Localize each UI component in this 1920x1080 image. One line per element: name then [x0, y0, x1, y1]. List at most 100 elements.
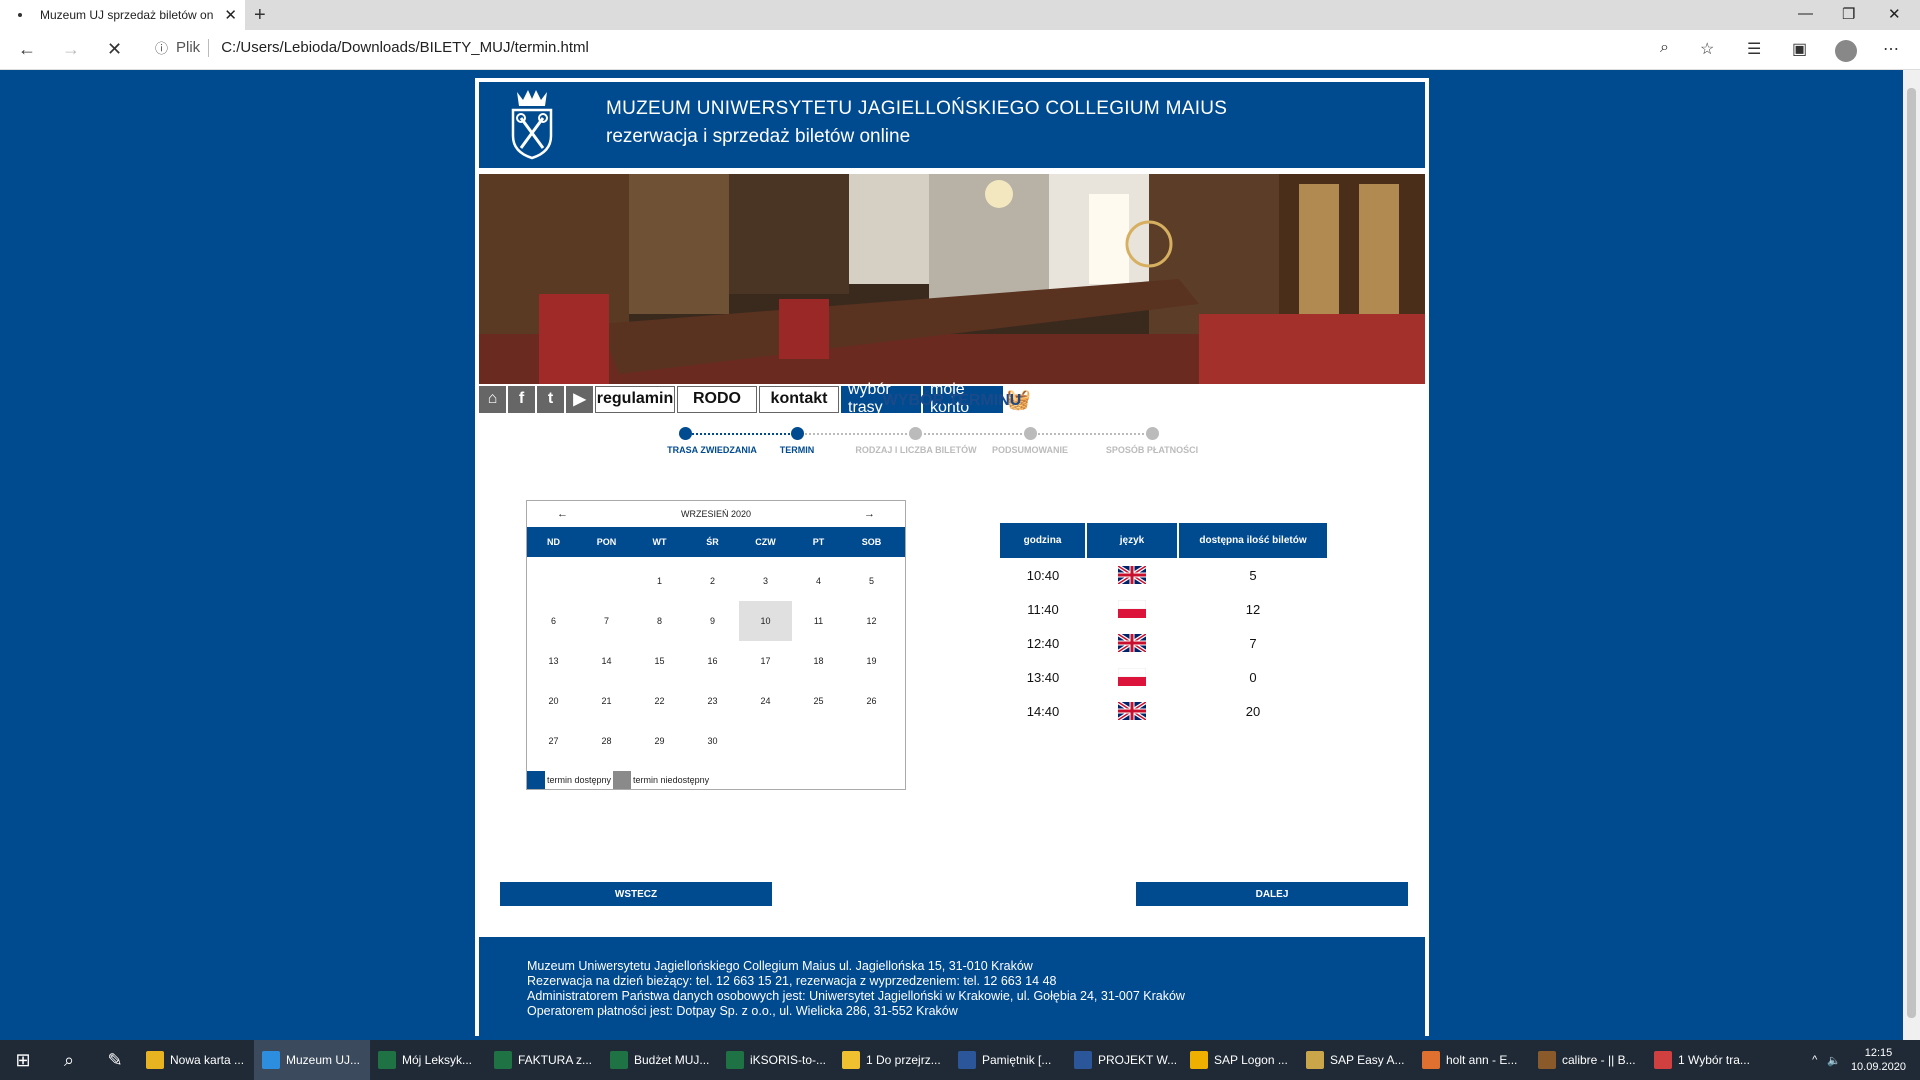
calendar-day[interactable]: 3: [739, 561, 792, 601]
taskbar-app[interactable]: calibre - || B...: [1530, 1040, 1646, 1080]
section-title: WYBÓR TERMINU: [882, 392, 1022, 409]
taskbar-app[interactable]: Mój Leksyk...: [370, 1040, 486, 1080]
calendar-day[interactable]: 24: [739, 681, 792, 721]
calendar-day[interactable]: 2: [686, 561, 739, 601]
calendar-day[interactable]: 17: [739, 641, 792, 681]
taskbar-app[interactable]: PROJEKT W...: [1066, 1040, 1182, 1080]
restore-icon[interactable]: ❐: [1842, 5, 1855, 23]
calendar-day[interactable]: 7: [580, 601, 633, 641]
calendar-day[interactable]: 11: [792, 601, 845, 641]
calendar-day[interactable]: 28: [580, 721, 633, 761]
info-icon[interactable]: ⓘ: [155, 38, 168, 57]
footer-line: Rezerwacja na dzień bieżący: tel. 12 663…: [527, 974, 1057, 988]
app-icon: [726, 1051, 744, 1069]
calendar-day[interactable]: 19: [845, 641, 898, 681]
calendar-day[interactable]: 13: [527, 641, 580, 681]
table-row[interactable]: 13:40 0: [1000, 660, 1328, 694]
taskbar-app[interactable]: Pamiętnik [...: [950, 1040, 1066, 1080]
back-icon[interactable]: ←: [18, 39, 36, 60]
taskbar-app[interactable]: holt ann - E...: [1414, 1040, 1530, 1080]
calendar-day[interactable]: 1: [633, 561, 686, 601]
taskbar-app[interactable]: Nowa karta ...: [138, 1040, 254, 1080]
windows-start-icon[interactable]: ⊞: [0, 1040, 46, 1080]
new-tab-icon[interactable]: +: [254, 4, 266, 27]
scrollbar-thumb[interactable]: [1907, 88, 1916, 1018]
profile-avatar[interactable]: [1835, 40, 1857, 62]
calendar-day[interactable]: 8: [633, 601, 686, 641]
calendar-day[interactable]: 15: [633, 641, 686, 681]
clock[interactable]: 12:15 10.09.2020: [1851, 1046, 1906, 1074]
calendar-day[interactable]: 18: [792, 641, 845, 681]
table-row[interactable]: 14:40 20: [1000, 694, 1328, 728]
calendar-day[interactable]: 29: [633, 721, 686, 761]
app-label: FAKTURA z...: [518, 1053, 593, 1067]
browser-tab[interactable]: Muzeum UJ sprzedaż biletów on ✕: [0, 0, 245, 30]
more-icon[interactable]: ⋯: [1883, 39, 1899, 59]
calendar-day[interactable]: 6: [527, 601, 580, 641]
taskbar-app[interactable]: iKSORIS-to-...: [718, 1040, 834, 1080]
calendar-day[interactable]: 30: [686, 721, 739, 761]
table-header-row: godzina język dostępna ilość biletów: [1000, 523, 1329, 558]
favorites-icon[interactable]: ☰: [1747, 39, 1761, 59]
app-label: holt ann - E...: [1446, 1053, 1518, 1067]
calendar-day[interactable]: 5: [845, 561, 898, 601]
collections-icon[interactable]: ▣: [1792, 39, 1807, 59]
calendar-day[interactable]: 22: [633, 681, 686, 721]
back-button[interactable]: WSTECZ: [500, 882, 772, 906]
calendar-day[interactable]: 27: [527, 721, 580, 761]
site-title: MUZEUM UNIWERSYTETU JAGIELLOŃSKIEGO COLL…: [606, 98, 1228, 119]
calendar-day[interactable]: 16: [686, 641, 739, 681]
calendar-day[interactable]: 4: [792, 561, 845, 601]
app-label: Pamiętnik [...: [982, 1053, 1052, 1067]
calendar-empty-cell: [739, 721, 792, 761]
address-bar[interactable]: ⓘ Plik C:/Users/Lebioda/Downloads/BILETY…: [155, 38, 589, 57]
time-slots-table: godzina język dostępna ilość biletów 10:…: [1000, 523, 1329, 728]
taskbar-app[interactable]: Muzeum UJ...: [254, 1040, 370, 1080]
volume-icon[interactable]: 🔈: [1827, 1054, 1841, 1067]
app-icon: [1422, 1051, 1440, 1069]
language-cell: [1086, 592, 1178, 626]
taskbar-app[interactable]: Budżet MUJ...: [602, 1040, 718, 1080]
table-row[interactable]: 10:40 5: [1000, 558, 1328, 592]
calendar-day[interactable]: 26: [845, 681, 898, 721]
zoom-icon[interactable]: ⌕: [1660, 39, 1669, 57]
page-scrollbar[interactable]: [1903, 70, 1920, 1040]
count-cell: 5: [1249, 567, 1257, 583]
close-tab-icon[interactable]: ✕: [224, 6, 237, 24]
forward-icon[interactable]: →: [62, 39, 80, 60]
app-icon: [262, 1051, 280, 1069]
calendar-empty-cell: [580, 561, 633, 601]
step-dot[interactable]: [791, 427, 804, 440]
step-dot[interactable]: [679, 427, 692, 440]
calendar-day[interactable]: 21: [580, 681, 633, 721]
calendar-day[interactable]: 20: [527, 681, 580, 721]
table-row[interactable]: 11:40 12: [1000, 592, 1328, 626]
taskbar-app[interactable]: SAP Logon ...: [1182, 1040, 1298, 1080]
close-window-icon[interactable]: ✕: [1888, 5, 1901, 23]
taskbar-app[interactable]: SAP Easy A...: [1298, 1040, 1414, 1080]
calendar-day[interactable]: 25: [792, 681, 845, 721]
next-button[interactable]: DALEJ: [1136, 882, 1408, 906]
next-month-icon[interactable]: →: [864, 508, 875, 520]
calendar-day[interactable]: 23: [686, 681, 739, 721]
app-icon: [610, 1051, 628, 1069]
site-header: MUZEUM UNIWERSYTETU JAGIELLOŃSKIEGO COLL…: [479, 82, 1425, 168]
calendar-day[interactable]: 12: [845, 601, 898, 641]
table-row[interactable]: 12:40 7: [1000, 626, 1328, 660]
tray-chevron-icon[interactable]: ^: [1812, 1054, 1817, 1066]
loading-icon: [18, 13, 22, 17]
search-icon[interactable]: ⌕: [46, 1040, 92, 1080]
taskbar-app[interactable]: FAKTURA z...: [486, 1040, 602, 1080]
taskbar-app[interactable]: 1 Wybór tra...: [1646, 1040, 1762, 1080]
prev-month-icon[interactable]: ←: [557, 508, 568, 520]
stop-icon[interactable]: ✕: [107, 39, 122, 60]
weekday-label: ŚR: [706, 537, 719, 547]
minimize-icon[interactable]: —: [1798, 5, 1813, 22]
calendar-day[interactable]: 10: [739, 601, 792, 641]
favorite-star-icon[interactable]: ☆: [1700, 39, 1714, 59]
taskbar-app[interactable]: 1 Do przejrz...: [834, 1040, 950, 1080]
pinned-app-icon[interactable]: ✎: [92, 1040, 138, 1080]
calendar-day[interactable]: 9: [686, 601, 739, 641]
address-url[interactable]: C:/Users/Lebioda/Downloads/BILETY_MUJ/te…: [221, 39, 589, 56]
calendar-day[interactable]: 14: [580, 641, 633, 681]
